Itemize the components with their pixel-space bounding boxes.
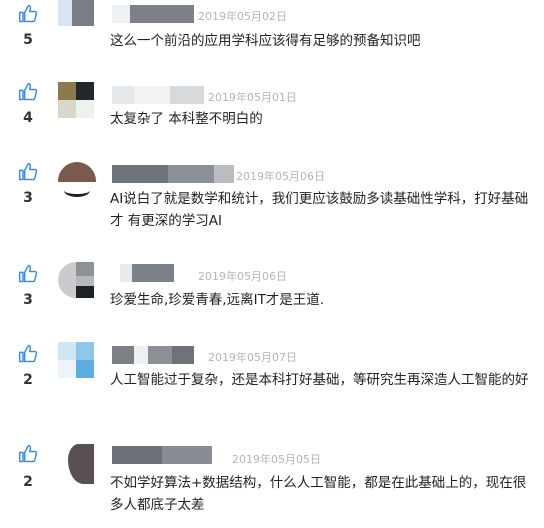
avatar[interactable] <box>58 0 94 26</box>
avatar[interactable] <box>58 82 94 118</box>
comment-item: 2 2019年05月07日 人工智能过于复杂，还是本科打好基础，等研究生再深造人… <box>0 338 544 438</box>
username-redacted <box>112 165 234 183</box>
thumbs-up-icon[interactable] <box>18 344 38 364</box>
comment-item: 2 2019年05月05日 不如学好算法+数据结构，什么人工智能，都是在此基础上… <box>0 438 544 528</box>
like-count: 4 <box>23 110 33 126</box>
thumbs-up-icon[interactable] <box>18 264 38 284</box>
like-count: 2 <box>23 474 33 490</box>
avatar[interactable] <box>58 444 94 484</box>
username-redacted <box>112 346 194 364</box>
comment-item: 4 2019年05月01日 太复杂了 本科整不明白的 <box>0 78 544 160</box>
comment-date: 2019年05月01日 <box>208 91 297 104</box>
thumbs-up-icon[interactable] <box>18 162 38 182</box>
avatar[interactable] <box>58 262 94 298</box>
comment-date: 2019年05月07日 <box>208 351 297 364</box>
like-count: 2 <box>23 372 33 388</box>
username-redacted <box>120 264 174 282</box>
comment-text: 不如学好算法+数据结构，什么人工智能，都是在此基础上的，现在很多人都底子太差 <box>110 475 527 513</box>
comment-date: 2019年05月02日 <box>198 10 287 23</box>
like-count: 5 <box>23 32 33 48</box>
username-redacted <box>112 5 194 23</box>
username-redacted <box>112 446 212 464</box>
thumbs-up-icon[interactable] <box>18 4 38 24</box>
like-count: 3 <box>23 190 33 206</box>
thumbs-up-icon[interactable] <box>18 444 38 464</box>
comment-text: AI说白了就是数学和统计，我们更应该鼓励多读基础性学科，打好基础才 有更深的学习… <box>110 191 529 229</box>
comment-text: 太复杂了 本科整不明白的 <box>110 111 263 127</box>
comment-item: 5 2019年05月02日 这么一个前沿的应用学科应该得有足够的预备知识吧 <box>0 0 544 78</box>
comment-text: 珍爱生命,珍爱青春,远离IT才是王道. <box>110 292 325 308</box>
like-count: 3 <box>23 292 33 308</box>
comment-date: 2019年05月05日 <box>232 453 321 466</box>
comment-date: 2019年05月06日 <box>198 270 287 283</box>
avatar[interactable] <box>58 162 96 200</box>
comment-text: 这么一个前沿的应用学科应该得有足够的预备知识吧 <box>110 33 421 49</box>
username-redacted <box>112 86 204 104</box>
comment-item: 3 2019年05月06日 AI说白了就是数学和统计，我们更应该鼓励多读基础性学… <box>0 160 544 258</box>
thumbs-up-icon[interactable] <box>18 82 38 102</box>
comment-text: 人工智能过于复杂，还是本科打好基础，等研究生再深造人工智能的好 <box>110 372 529 388</box>
comment-date: 2019年05月06日 <box>236 170 325 183</box>
comment-item: 3 2019年05月06日 珍爱生命,珍爱青春,远离IT才是王道. <box>0 258 544 338</box>
avatar[interactable] <box>58 342 94 378</box>
